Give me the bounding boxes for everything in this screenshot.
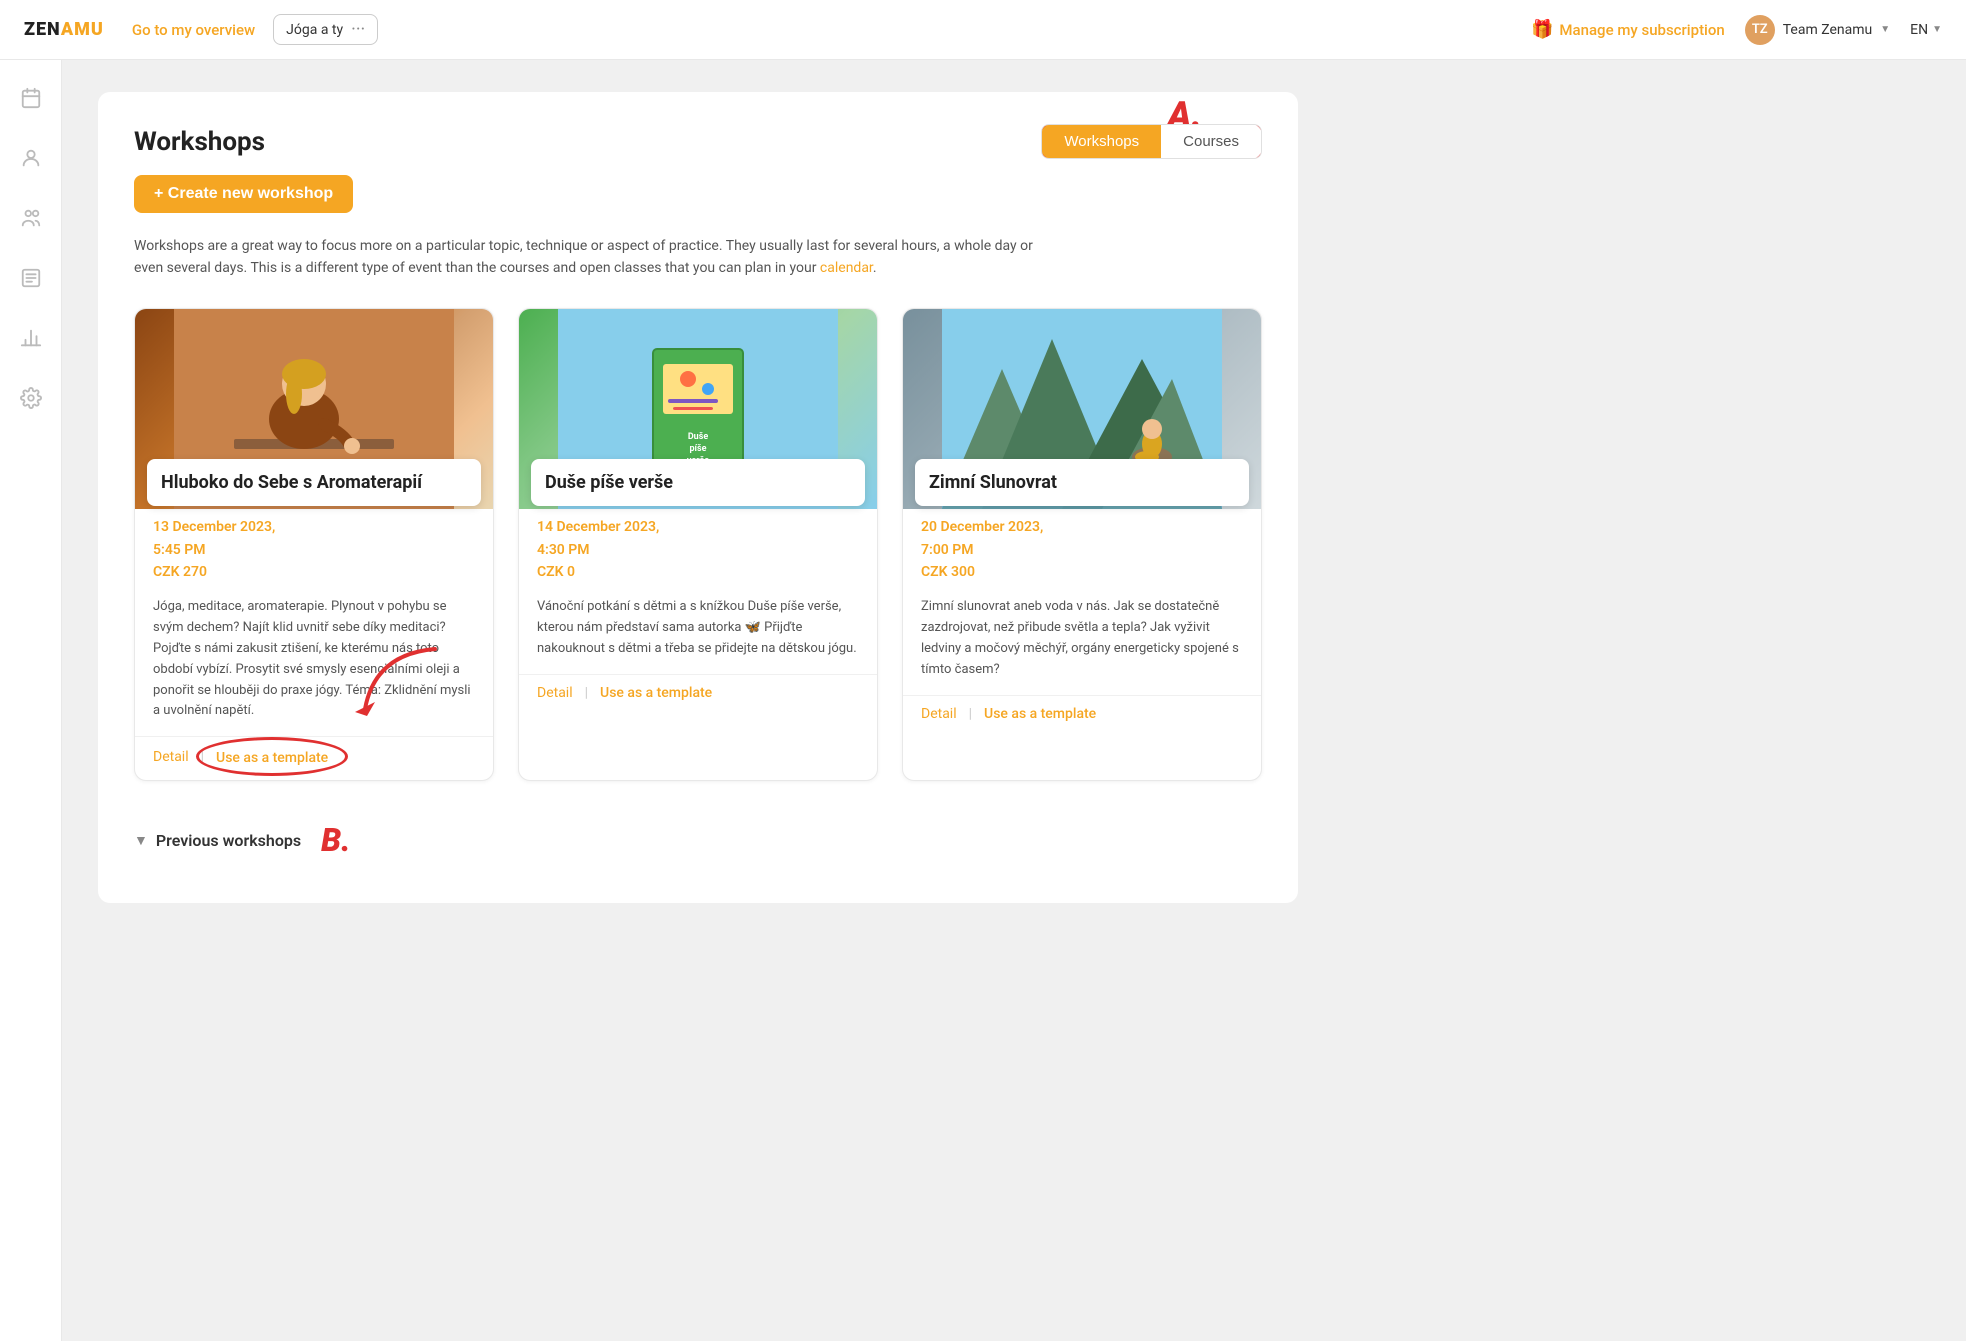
previous-workshops-label: Previous workshops (156, 831, 301, 850)
tab-area: A. Workshops Courses (1041, 124, 1262, 159)
lang-chevron-icon: ▼ (1932, 24, 1942, 35)
workshop-card-3-desc: Zimní slunovrat aneb voda v nás. Jak se … (903, 597, 1261, 680)
tab-group: Workshops Courses (1041, 124, 1262, 159)
language-selector[interactable]: EN ▼ (1910, 22, 1942, 38)
topnav-right: 🎁 Manage my subscription TZ Team Zenamu … (1531, 15, 1942, 45)
user-menu[interactable]: TZ Team Zenamu ▼ (1745, 15, 1890, 45)
workshop-card-1-desc: Jóga, meditace, aromaterapie. Plynout v … (135, 597, 493, 722)
tab-workshops[interactable]: Workshops (1042, 125, 1161, 158)
template-circle-highlight: Use as a template (216, 747, 328, 766)
chevron-right-icon: ▼ (134, 832, 148, 849)
workshop-card-1-detail-link[interactable]: Detail (153, 749, 189, 765)
workshop-card-2-detail-link[interactable]: Detail (537, 685, 573, 701)
workshop-card-3-detail-link[interactable]: Detail (921, 706, 957, 722)
workshop-card-3-title: Zimní Slunovrat (929, 471, 1235, 494)
workshop-card-3-date: 20 December 2023,7:00 PMCZK 300 (921, 516, 1243, 583)
lang-label: EN (1910, 22, 1928, 38)
workshop-card-3-actions: Detail | Use as a template (903, 695, 1261, 736)
page-card: Workshops A. Workshops Courses + Create … (98, 92, 1298, 903)
workshop-card-3-meta: 20 December 2023,7:00 PMCZK 300 (903, 516, 1261, 583)
sidebar-item-chart[interactable] (13, 320, 49, 356)
workshop-card-1-actions: Detail | Use as a template (135, 736, 493, 780)
action-divider-3: | (969, 706, 972, 722)
chevron-down-icon: ▼ (1880, 24, 1890, 35)
workshop-card-2-date: 14 December 2023,4:30 PMCZK 0 (537, 516, 859, 583)
subscription-link[interactable]: 🎁 Manage my subscription (1531, 19, 1725, 40)
workspace-selector[interactable]: Jóga a ty ··· (273, 14, 378, 45)
action-divider-2: | (585, 685, 588, 701)
calendar-link[interactable]: calendar (820, 260, 873, 276)
workshop-card-1-meta: 13 December 2023,5:45 PMCZK 270 (135, 516, 493, 583)
sidebar (0, 60, 62, 1341)
workshop-card-2-template-link[interactable]: Use as a template (600, 685, 712, 701)
user-name: Team Zenamu (1783, 22, 1872, 38)
workshop-card-2: Duše píše verše Duše píše verše (518, 308, 878, 781)
workshop-card-1-template-link[interactable]: Use as a template (216, 750, 328, 766)
sidebar-item-person[interactable] (13, 140, 49, 176)
workshop-card-1-date: 13 December 2023,5:45 PMCZK 270 (153, 516, 475, 583)
sidebar-item-settings[interactable] (13, 380, 49, 416)
svg-text:píše: píše (689, 444, 706, 454)
sidebar-item-group[interactable] (13, 200, 49, 236)
workshop-title-box-2: Duše píše verše (531, 459, 865, 506)
sidebar-item-list[interactable] (13, 260, 49, 296)
page-title: Workshops (134, 127, 265, 157)
workshop-title-box-3: Zimní Slunovrat (915, 459, 1249, 506)
main-content: Workshops A. Workshops Courses + Create … (62, 60, 1966, 1341)
app-layout: Workshops A. Workshops Courses + Create … (0, 60, 1966, 1341)
workspace-menu-icon: ··· (351, 19, 365, 40)
workshop-card-1-title: Hluboko do Sebe s Aromaterapií (161, 471, 467, 494)
top-navigation: ZENAMU Go to my overview Jóga a ty ··· 🎁… (0, 0, 1966, 60)
workshop-card-1: Hluboko do Sebe s Aromaterapií 13 Decemb… (134, 308, 494, 781)
description-end: . (873, 260, 877, 276)
sidebar-item-calendar[interactable] (13, 80, 49, 116)
avatar: TZ (1745, 15, 1775, 45)
action-divider-1: | (201, 749, 204, 765)
workshops-grid: Hluboko do Sebe s Aromaterapií 13 Decemb… (134, 308, 1262, 781)
workshop-card-3-template-link[interactable]: Use as a template (984, 706, 1096, 722)
workshop-card-3: Zimní Slunovrat 20 December 2023,7:00 PM… (902, 308, 1262, 781)
page-header: Workshops A. Workshops Courses (134, 124, 1262, 159)
workshop-title-box-1: Hluboko do Sebe s Aromaterapií (147, 459, 481, 506)
description-text: Workshops are a great way to focus more … (134, 235, 1034, 280)
workshop-card-2-meta: 14 December 2023,4:30 PMCZK 0 (519, 516, 877, 583)
svg-text:Duše: Duše (688, 432, 709, 442)
description-body: Workshops are a great way to focus more … (134, 238, 1033, 276)
workshop-card-2-desc: Vánoční potkání s dětmi a s knížkou Duše… (519, 597, 877, 659)
workshop-card-2-actions: Detail | Use as a template (519, 674, 877, 715)
gift-icon: 🎁 (1531, 19, 1553, 40)
tab-courses[interactable]: Courses (1161, 125, 1261, 158)
previous-workshops-section[interactable]: ▼ Previous workshops B. (134, 813, 1262, 867)
overview-link[interactable]: Go to my overview (132, 21, 255, 39)
workspace-name: Jóga a ty (286, 22, 343, 38)
subscription-label: Manage my subscription (1559, 21, 1724, 39)
annotation-b: B. (321, 821, 350, 859)
logo: ZENAMU (24, 19, 104, 40)
create-workshop-button[interactable]: + Create new workshop (134, 175, 353, 213)
workshop-card-2-title: Duše píše verše (545, 471, 851, 494)
